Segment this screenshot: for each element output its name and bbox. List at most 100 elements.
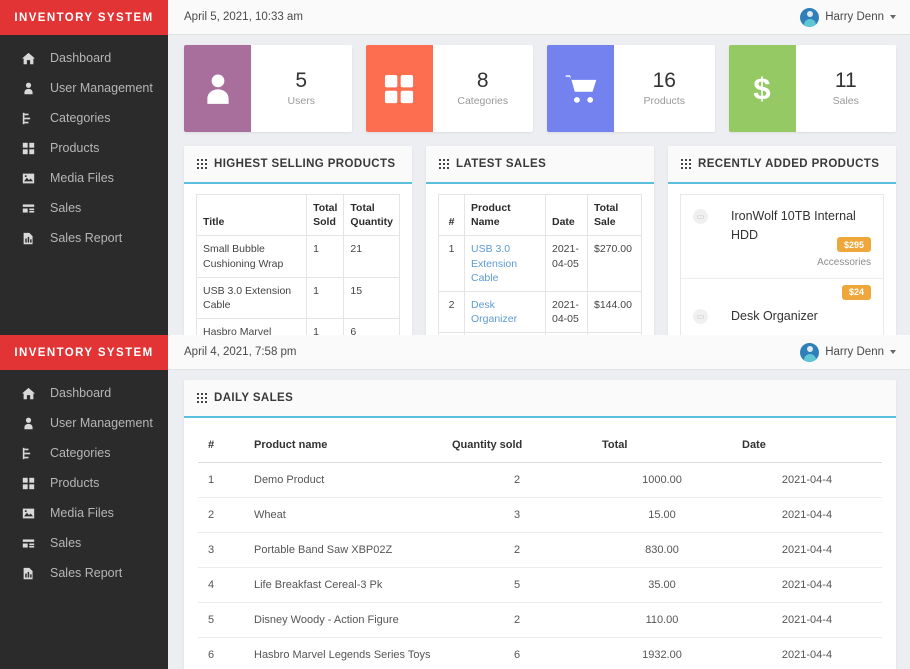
brand-logo-bottom[interactable]: INVENTORY SYSTEM: [0, 335, 168, 370]
stat-card-body: 11 Sales: [796, 45, 897, 132]
image-icon: [22, 172, 44, 185]
list-icon: [22, 202, 44, 215]
sitemap-icon: [22, 447, 44, 460]
cell-total-quantity: 15: [344, 277, 400, 318]
stat-card-sales[interactable]: $ 11 Sales: [729, 45, 897, 132]
sidebar-item-dashboard[interactable]: Dashboard: [0, 378, 168, 408]
cell-number: 4: [198, 568, 244, 603]
cell-total-sale: $270.00: [588, 236, 642, 292]
column-header-date: Date: [732, 428, 882, 463]
cell-title: USB 3.0 Extension Cable: [197, 277, 307, 318]
panel-header: HIGHEST SELLING PRODUCTS: [184, 146, 412, 184]
sidebar-item-categories[interactable]: Categories: [0, 103, 168, 133]
grid-icon: [439, 159, 449, 169]
stat-card-body: 5 Users: [251, 45, 352, 132]
cell-product-name: Desk Organizer: [465, 291, 546, 332]
cell-date: 2021-04-4: [732, 568, 882, 603]
sidebar-item-products[interactable]: Products: [0, 133, 168, 163]
cell-product-name: Life Breakfast Cereal-3 Pk: [244, 568, 442, 603]
topbar-bottom: April 4, 2021, 7:58 pm Harry Denn: [168, 335, 910, 370]
cell-number: 3: [198, 533, 244, 568]
current-date-time: April 4, 2021, 7:58 pm: [184, 346, 297, 358]
sidebar-item-label: Sales: [44, 536, 81, 550]
panel-latest-sales: LATEST SALES # Product Name Date Total S…: [426, 146, 654, 335]
cell-quantity-sold: 2: [442, 463, 592, 498]
dashboard-view-bottom: INVENTORY SYSTEM Dashboard User Manageme…: [0, 335, 910, 669]
cell-total: 1932.00: [592, 638, 732, 669]
shopping-cart-icon: [547, 45, 614, 132]
user-icon: [22, 82, 44, 95]
brand-logo-top[interactable]: INVENTORY SYSTEM: [0, 0, 168, 35]
column-header-product-name: Product name: [244, 428, 442, 463]
product-link[interactable]: Desk Organizer: [471, 299, 517, 325]
table-row: 4 Life Breakfast Cereal-3 Pk 5 35.00 202…: [198, 568, 882, 603]
sidebar-item-products[interactable]: Products: [0, 468, 168, 498]
sidebar-item-label: Categories: [44, 111, 110, 125]
cell-product-name: Portable Band Saw XBP02Z: [244, 533, 442, 568]
sitemap-icon: [22, 112, 44, 125]
report-icon: [22, 567, 44, 580]
sidebar-item-user-management[interactable]: User Management: [0, 73, 168, 103]
grid-icon: [366, 45, 433, 132]
product-link[interactable]: USB 3.0 Extension Cable: [471, 243, 517, 283]
grid-squares-icon: [22, 477, 44, 490]
cell-number: 2: [198, 498, 244, 533]
sidebar-bottom: INVENTORY SYSTEM Dashboard User Manageme…: [0, 335, 168, 669]
user-menu-bottom[interactable]: Harry Denn: [800, 343, 896, 362]
cell-date: 2021-04-4: [732, 463, 882, 498]
cell-product-name: USB 3.0 Extension Cable: [465, 236, 546, 292]
stat-label: Categories: [457, 95, 508, 107]
sidebar-item-sales-report[interactable]: Sales Report: [0, 558, 168, 588]
cell-number: 5: [198, 603, 244, 638]
cell-quantity-sold: 2: [442, 533, 592, 568]
sidebar-nav-bottom: Dashboard User Management Categories: [0, 370, 168, 588]
column-header-date: Date: [546, 195, 588, 236]
cell-total-sale: $144.00: [588, 291, 642, 332]
price-badge: $295: [837, 237, 871, 252]
grid-icon: [197, 393, 207, 403]
cell-date: 2021-04-4: [732, 638, 882, 669]
table-header-row: Title Total Sold Total Quantity: [197, 195, 400, 236]
user-menu-top[interactable]: Harry Denn: [800, 8, 896, 27]
caret-down-icon: [890, 350, 896, 354]
user-icon: [184, 45, 251, 132]
sidebar-item-categories[interactable]: Categories: [0, 438, 168, 468]
home-icon: [22, 52, 44, 65]
stat-card-categories[interactable]: 8 Categories: [366, 45, 534, 132]
sidebar-item-dashboard[interactable]: Dashboard: [0, 43, 168, 73]
panel-title: DAILY SALES: [214, 392, 293, 404]
sidebar-item-label: Products: [44, 141, 99, 155]
panel-header: RECENTLY ADDED PRODUCTS: [668, 146, 896, 184]
cell-total: 1000.00: [592, 463, 732, 498]
sidebar-item-media-files[interactable]: Media Files: [0, 163, 168, 193]
dashboard-panels: HIGHEST SELLING PRODUCTS Title Total Sol…: [184, 146, 896, 335]
stat-card-products[interactable]: 16 Products: [547, 45, 715, 132]
column-header-total-sale: Total Sale: [588, 195, 642, 236]
list-icon: [22, 537, 44, 550]
stat-label: Products: [644, 95, 685, 107]
sidebar-item-label: Dashboard: [44, 51, 111, 65]
home-icon: [22, 387, 44, 400]
sidebar-item-sales[interactable]: Sales: [0, 528, 168, 558]
list-item[interactable]: ▭ $24 Desk Organizer Stationery Items: [681, 279, 883, 336]
stat-card-users[interactable]: 5 Users: [184, 45, 352, 132]
cell-product-name: Hasbro Marvel Legends Series Toys: [244, 638, 442, 669]
cell-total: 110.00: [592, 603, 732, 638]
panel-header: LATEST SALES: [426, 146, 654, 184]
cell-total: 830.00: [592, 533, 732, 568]
dashboard-view-top: INVENTORY SYSTEM Dashboard User Manageme…: [0, 0, 910, 335]
price-badge: $24: [842, 285, 871, 300]
cell-quantity-sold: 5: [442, 568, 592, 603]
panel-body: # Product name Quantity sold Total Date …: [184, 418, 896, 669]
sidebar-item-user-management[interactable]: User Management: [0, 408, 168, 438]
table-row: USB 3.0 Extension Cable 1 15: [197, 277, 400, 318]
cell-title: Small Bubble Cushioning Wrap: [197, 236, 307, 277]
sidebar-item-media-files[interactable]: Media Files: [0, 498, 168, 528]
sidebar-item-sales-report[interactable]: Sales Report: [0, 223, 168, 253]
column-header-quantity-sold: Quantity sold: [442, 428, 592, 463]
list-item[interactable]: ▭ IronWolf 10TB Internal HDD $295 Access…: [681, 195, 883, 279]
sidebar-item-sales[interactable]: Sales: [0, 193, 168, 223]
image-icon: [22, 507, 44, 520]
cell-product-name: Disney Woody - Action Figure: [244, 603, 442, 638]
column-header-product-name: Product Name: [465, 195, 546, 236]
